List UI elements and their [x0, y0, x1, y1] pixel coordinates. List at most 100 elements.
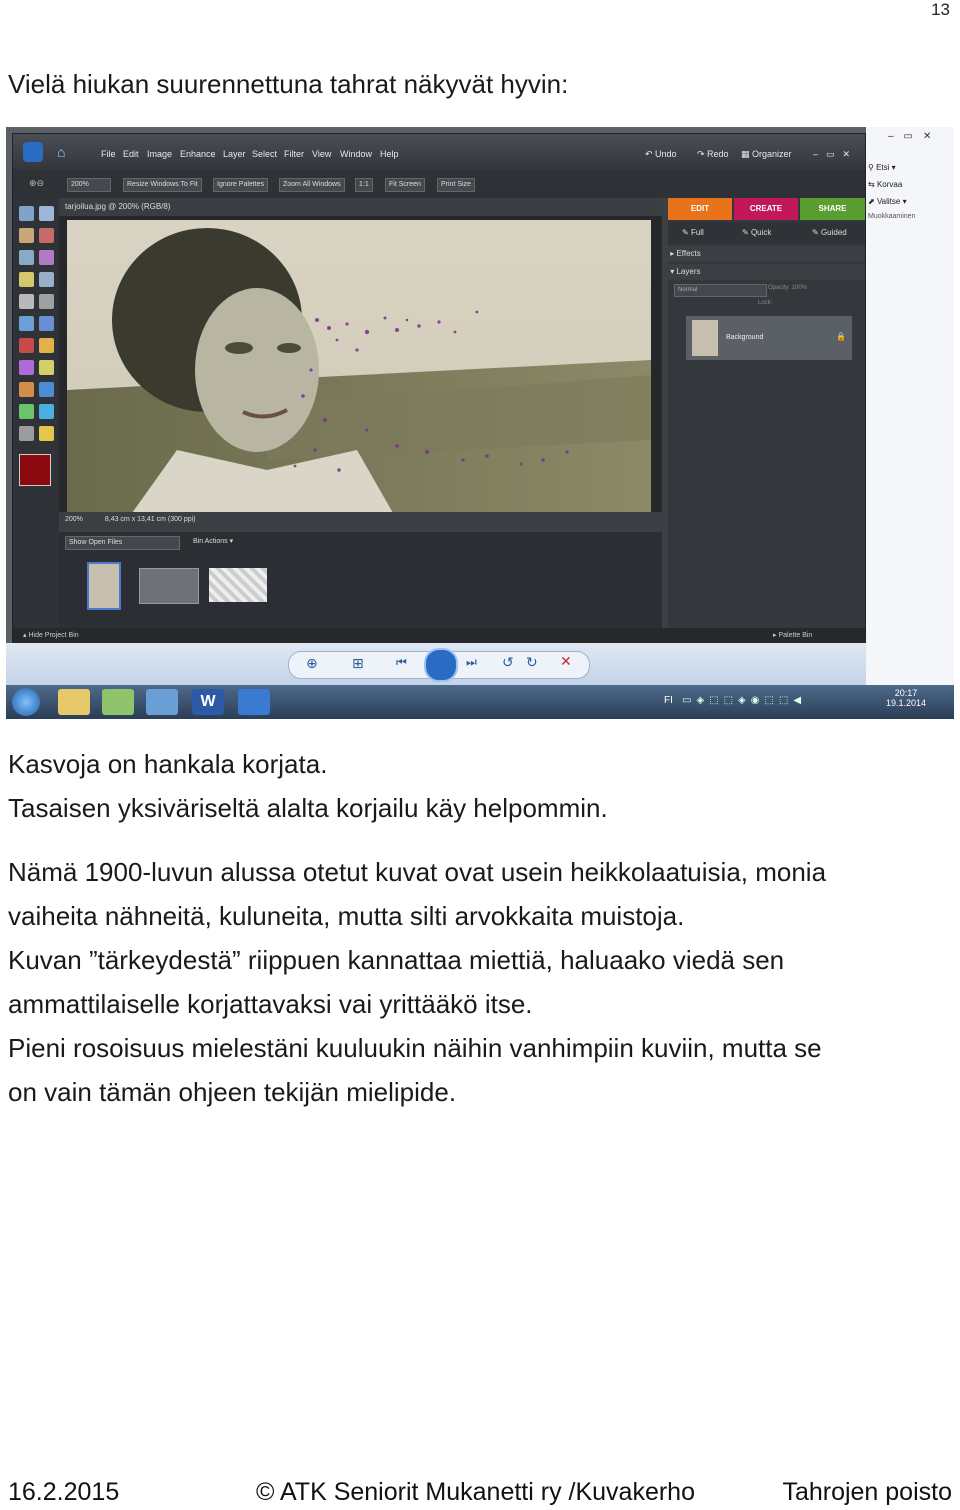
healing-brush-icon[interactable]	[39, 338, 54, 353]
smudge-icon[interactable]	[19, 426, 34, 441]
blend-mode-select[interactable]: Normal	[674, 284, 767, 297]
menu-window[interactable]: Window	[340, 149, 372, 159]
lasso-icon[interactable]	[39, 250, 54, 265]
bin-show-select[interactable]: Show Open Files	[65, 536, 180, 550]
lock-label: Lock:	[758, 300, 773, 306]
mode-guided[interactable]: ✎ Guided	[812, 228, 847, 237]
edit-mode-bar: ✎ Full ✎ Quick ✎ Guided	[668, 222, 865, 244]
pse-window-controls[interactable]: –▭✕	[813, 149, 858, 160]
ribbon-group-label: Muokkaaminen	[868, 213, 916, 220]
viewer-next-icon[interactable]: ⏭	[466, 655, 477, 670]
selection-brush-icon[interactable]	[39, 272, 54, 287]
mode-full[interactable]: ✎ Full	[682, 228, 704, 237]
crop-tool-icon[interactable]	[39, 294, 54, 309]
red-eye-icon[interactable]	[19, 338, 34, 353]
menu-enhance[interactable]: Enhance	[180, 149, 216, 159]
pse-taskbar-icon[interactable]	[238, 689, 270, 715]
menu-layer[interactable]: Layer	[223, 149, 246, 159]
magic-wand-icon[interactable]	[19, 272, 34, 287]
layer-name: Background	[726, 334, 764, 341]
viewer-fit-icon[interactable]: ⊞	[352, 655, 364, 672]
eraser-icon[interactable]	[39, 360, 54, 375]
btn-print-size[interactable]: Print Size	[437, 178, 475, 192]
start-button[interactable]	[12, 688, 40, 716]
move-tool-icon[interactable]	[19, 206, 34, 221]
viewer-prev-icon[interactable]: ⏮	[396, 655, 407, 670]
footer-date: 16.2.2015	[8, 1478, 120, 1506]
sponge-icon[interactable]	[39, 426, 54, 441]
brush-tool-icon[interactable]	[19, 382, 34, 397]
zoom-field[interactable]: 200%	[67, 178, 111, 192]
hide-project-bin[interactable]: ▴ Hide Project Bin	[23, 631, 79, 639]
custom-shape-icon[interactable]	[39, 404, 54, 419]
ribbon-replace[interactable]: ⇆ Korvaa	[868, 180, 902, 189]
delete-icon[interactable]: ✕	[560, 653, 572, 670]
word-taskbar-icon[interactable]: W	[192, 689, 224, 715]
layers-panel-header[interactable]: ▾ Layers	[668, 264, 865, 280]
gradient-icon[interactable]	[19, 404, 34, 419]
ribbon-find[interactable]: ⚲ Etsi ▾	[868, 163, 896, 172]
clone-stamp-icon[interactable]	[19, 360, 34, 375]
ribbon-select[interactable]: ⬈ Valitse ▾	[868, 197, 907, 206]
recompose-icon[interactable]	[39, 316, 54, 331]
opt-resize-windows[interactable]: Resize Windows To Fit	[123, 178, 202, 192]
tab-share[interactable]: SHARE	[800, 198, 865, 220]
bin-thumb-photo[interactable]	[87, 562, 121, 610]
intro-heading: Vielä hiukan suurennettuna tahrat näkyvä…	[8, 69, 569, 99]
window-controls[interactable]: –▭✕	[888, 131, 941, 142]
layer-row-background[interactable]: Background 🔒	[686, 316, 852, 360]
paint-bucket-icon[interactable]	[39, 382, 54, 397]
body-line-2: vaiheita nähneitä, kuluneita, mutta silt…	[8, 901, 685, 931]
rotate-right-icon[interactable]: ↻	[526, 654, 538, 671]
menu-image[interactable]: Image	[147, 149, 172, 159]
btn-one-to-one[interactable]: 1:1	[355, 178, 373, 192]
redo-button[interactable]: ↷ Redo	[697, 149, 729, 160]
tab-edit[interactable]: EDIT	[668, 198, 732, 220]
opacity-control[interactable]: Opacity: 100%	[768, 285, 807, 291]
body-line-5: Pieni rosoisuus mielestäni kuuluukin näi…	[8, 1033, 822, 1063]
options-bar: ⊕⊖ 200% Resize Windows To Fit Ignore Pal…	[13, 170, 865, 198]
opt-ignore-palettes[interactable]: Ignore Palettes	[213, 178, 269, 192]
mode-quick[interactable]: ✎ Quick	[742, 228, 771, 237]
language-indicator[interactable]: FI	[664, 695, 673, 706]
hand-tool-icon[interactable]	[19, 228, 34, 243]
explorer-taskbar-icon[interactable]	[58, 689, 90, 715]
viewer-zoom-icon[interactable]: ⊕	[306, 655, 318, 672]
document-status-bar: 200% 8,43 cm x 13,41 cm (300 ppi)	[59, 512, 662, 528]
tab-create[interactable]: CREATE	[734, 198, 798, 220]
zoom-plusminus-icons[interactable]: ⊕⊖	[29, 178, 44, 189]
effects-panel-header[interactable]: ▸ Effects	[668, 246, 865, 262]
opt-zoom-all[interactable]: Zoom All Windows	[279, 178, 345, 192]
tray-icons[interactable]: ▭◈⬚⬚◈◉⬚⬚◀	[682, 695, 806, 706]
menu-edit[interactable]: Edit	[123, 149, 139, 159]
home-icon[interactable]: ⌂	[57, 144, 73, 160]
palette-bin-toggle[interactable]: ▸ Palette Bin	[773, 631, 812, 639]
marquee-icon[interactable]	[19, 250, 34, 265]
organizer-button[interactable]: ▦ Organizer	[741, 149, 792, 160]
bin-thumb-blank[interactable]	[209, 568, 267, 602]
toolbox	[13, 198, 59, 644]
taskbar-clock[interactable]: 20:17 19.1.2014	[886, 688, 926, 708]
menu-file[interactable]: File	[101, 149, 116, 159]
bin-thumb-screenshot[interactable]	[139, 568, 199, 604]
body-line-1: Nämä 1900-luvun alussa otetut kuvat ovat…	[8, 857, 827, 887]
pse-screenshot: ⚲ Etsi ▾ ⇆ Korvaa ⬈ Valitse ▾ Muokkaamin…	[6, 127, 954, 719]
zoom-tool-icon[interactable]	[39, 206, 54, 221]
menu-view[interactable]: View	[312, 149, 331, 159]
foreground-color-swatch[interactable]	[19, 454, 51, 486]
eyedropper-icon[interactable]	[39, 228, 54, 243]
menu-help[interactable]: Help	[380, 149, 399, 159]
notes-taskbar-icon[interactable]	[102, 689, 134, 715]
viewer-slideshow-button[interactable]	[424, 648, 458, 682]
shape-tool-icon[interactable]	[19, 316, 34, 331]
type-tool-icon[interactable]	[19, 294, 34, 309]
undo-button[interactable]: ↶ Undo	[645, 149, 677, 160]
body-line-3: Kuvan ”tärkeydestä” riippuen kannattaa m…	[8, 945, 785, 975]
btn-fit-screen[interactable]: Fit Screen	[385, 178, 425, 192]
menu-select[interactable]: Select	[252, 149, 277, 159]
bin-actions-menu[interactable]: Bin Actions ▾	[193, 537, 233, 545]
document-window: tarjoilua.jpg @ 200% (RGB/8) 200% 8,43 c…	[59, 198, 662, 528]
gallery-taskbar-icon[interactable]	[146, 689, 178, 715]
menu-filter[interactable]: Filter	[284, 149, 304, 159]
rotate-left-icon[interactable]: ↺	[502, 654, 514, 671]
